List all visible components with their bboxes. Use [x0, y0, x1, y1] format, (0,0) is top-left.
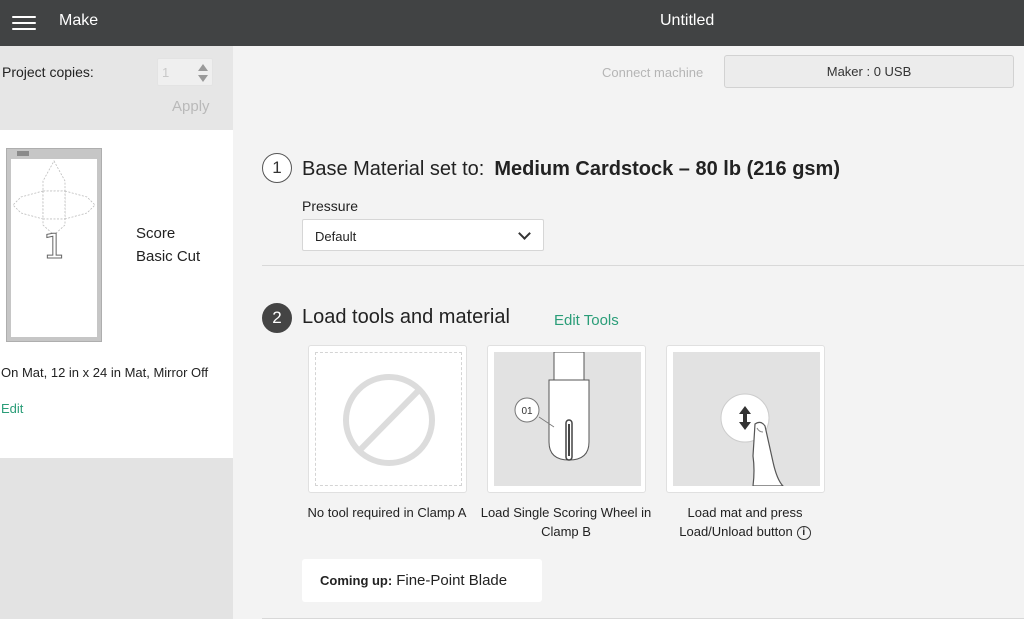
- load-mat-text: Load mat and press Load/Unload button: [679, 505, 803, 539]
- pressure-select[interactable]: Default: [302, 219, 544, 251]
- pressure-value: Default: [315, 229, 357, 244]
- step-2-number: 2: [262, 303, 292, 333]
- step-1-number: 1: [262, 153, 292, 183]
- main-panel: Connect machine Maker : 0 USB 1 Base Mat…: [233, 46, 1024, 619]
- step-1-title: Base Material set to:: [302, 158, 485, 180]
- project-copies-value: 1: [162, 65, 170, 80]
- project-copies-section: Project copies: 1 Apply: [0, 46, 233, 130]
- decrement-icon[interactable]: [198, 75, 208, 82]
- machine-button[interactable]: Maker : 0 USB: [724, 55, 1014, 88]
- card-image: [673, 352, 820, 487]
- load-mat-label: Load mat and press Load/Unload button i: [655, 503, 835, 541]
- load-button-icon: [720, 393, 785, 487]
- card-image: [315, 352, 462, 486]
- scoring-wheel-icon: 01: [514, 351, 590, 461]
- divider: [262, 265, 1024, 266]
- coming-up-tool: Fine-Point Blade: [396, 572, 508, 589]
- mat-preview[interactable]: 1: [6, 148, 102, 342]
- tool-card-clamp-b: 01: [487, 345, 646, 493]
- clamp-a-label: No tool required in Clamp A: [307, 505, 467, 520]
- tool-badge: 01: [521, 406, 533, 417]
- document-title: Untitled: [660, 12, 715, 29]
- base-material-name[interactable]: Medium Cardstock – 80 lb (216 gsm): [494, 158, 840, 180]
- chevron-down-icon: [518, 227, 531, 240]
- menu-icon[interactable]: [12, 13, 38, 33]
- mat-info: On Mat, 12 in x 24 in Mat, Mirror Off: [1, 365, 209, 380]
- tool-card-clamp-a: [308, 345, 467, 493]
- mat-edit-link[interactable]: Edit: [1, 401, 23, 416]
- operation-score: Score: [136, 225, 176, 242]
- coming-up-label: Coming up:: [320, 573, 393, 588]
- no-tool-icon: [343, 374, 435, 466]
- coming-up-box: Coming up: Fine-Point Blade: [302, 559, 542, 602]
- step-1-heading: Base Material set to: Medium Cardstock – …: [302, 158, 840, 181]
- top-bar: Make Untitled: [0, 0, 1024, 46]
- load-mat-card: [666, 345, 825, 493]
- apply-button[interactable]: Apply: [172, 98, 210, 115]
- app-title: Make: [59, 12, 99, 29]
- step-2-title: Load tools and material: [302, 306, 510, 328]
- card-image: 01: [494, 351, 641, 486]
- mat-number: 1: [43, 227, 66, 268]
- edit-tools-link[interactable]: Edit Tools: [554, 312, 619, 329]
- project-copies-stepper[interactable]: 1: [157, 58, 213, 86]
- increment-icon[interactable]: [198, 64, 208, 71]
- info-icon[interactable]: i: [796, 525, 811, 540]
- pressure-label: Pressure: [302, 198, 359, 214]
- mat-surface: 1: [11, 159, 97, 337]
- left-panel: Project copies: 1 Apply 1 Score Basic Cu…: [0, 46, 233, 619]
- connect-machine-label[interactable]: Connect machine: [602, 65, 703, 80]
- left-panel-empty-area: [0, 458, 233, 619]
- mat-logo: [17, 151, 29, 156]
- project-copies-label: Project copies:: [2, 64, 94, 80]
- clamp-b-label: Load Single Scoring Wheel in Clamp B: [480, 505, 652, 539]
- operation-basic-cut: Basic Cut: [136, 248, 201, 265]
